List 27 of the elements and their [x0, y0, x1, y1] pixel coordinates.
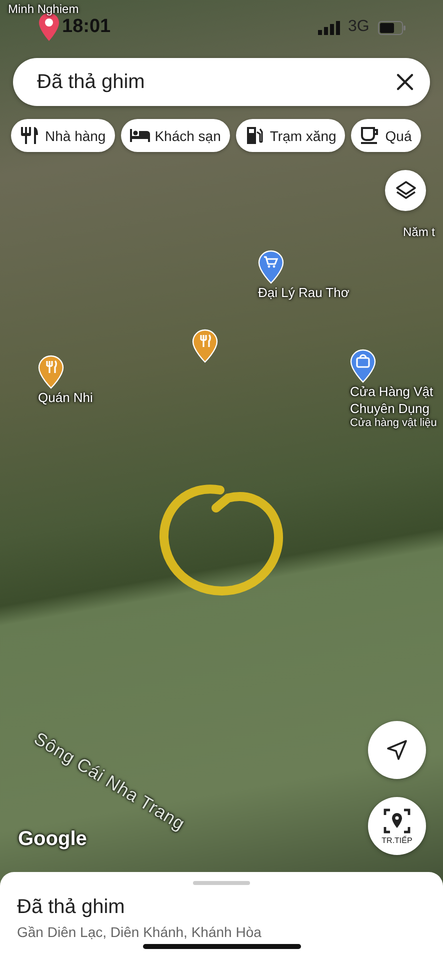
map-place-label: Cửa Hàng Vật Chuyên Dụng	[350, 383, 434, 417]
search-field[interactable]: Đã thả ghim	[13, 58, 430, 106]
coffee-cup-icon	[360, 126, 380, 145]
navigation-arrow-icon	[386, 739, 408, 761]
map-attribution: Google	[18, 828, 87, 851]
map-place-label: Năm t	[403, 224, 436, 241]
fork-knife-icon	[20, 126, 40, 145]
signal-icon	[318, 21, 340, 35]
scan-pin-icon	[383, 807, 411, 835]
layers-icon	[394, 180, 416, 202]
place-address: Gần Diên Lạc, Diên Khánh, Khánh Hòa	[17, 924, 262, 940]
battery-icon	[378, 21, 406, 35]
map-place-label: Quán Nhi	[38, 389, 93, 406]
map-place-label: Đại Lý Rau Thơ	[258, 284, 350, 301]
map-place-category: Cửa hàng vật liệu	[350, 417, 437, 429]
category-chip[interactable]: Trạm xăng	[236, 119, 346, 152]
category-chip[interactable]: Quá	[351, 119, 421, 152]
status-time: 18:01	[62, 16, 111, 38]
sheet-drag-handle[interactable]	[193, 881, 250, 885]
bed-icon	[130, 126, 150, 145]
close-icon	[396, 73, 414, 91]
category-chip[interactable]: Khách sạn	[120, 119, 230, 152]
map-place-label: Minh Nghiem	[8, 1, 79, 18]
network-type: 3G	[348, 18, 370, 36]
fuel-pump-icon	[244, 126, 265, 145]
category-chip[interactable]: Nhà hàng	[11, 119, 115, 152]
place-title: Đã thả ghim	[17, 896, 125, 919]
